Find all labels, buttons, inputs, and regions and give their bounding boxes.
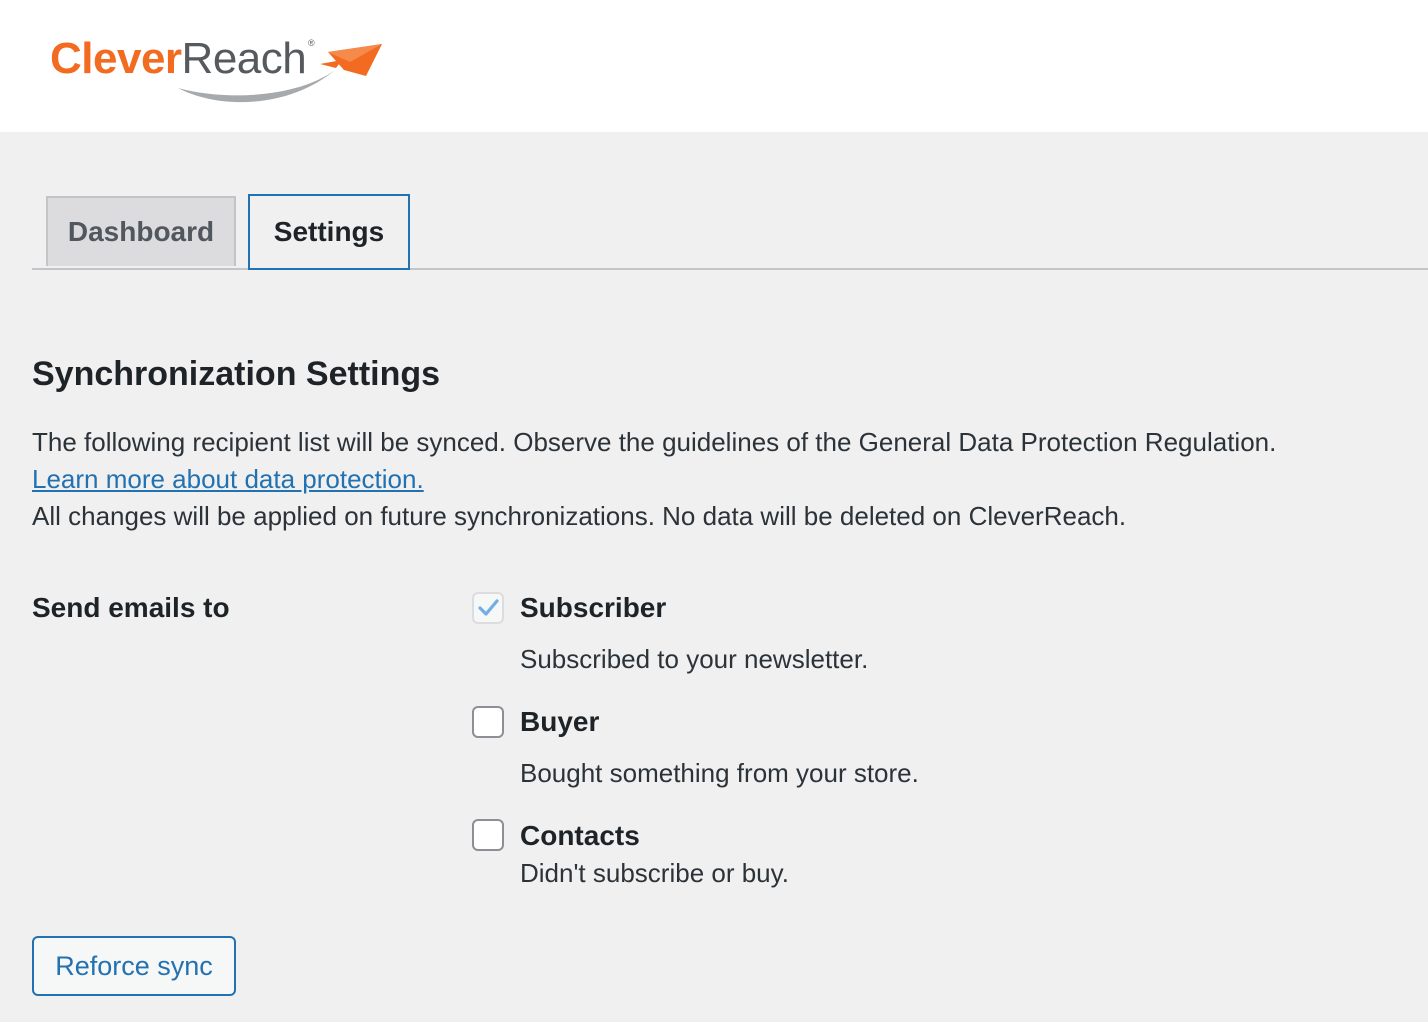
logo-clever: Clever	[50, 34, 182, 83]
subscriber-title: Subscriber	[520, 592, 667, 623]
subscriber-checkbox[interactable]	[472, 592, 504, 624]
checkmark-icon	[478, 599, 499, 616]
cleverreach-logo[interactable]: CleverReach ®	[50, 30, 390, 110]
contacts-description: Didn't subscribe or buy.	[520, 858, 789, 888]
learn-more-link[interactable]: Learn more about data protection.	[32, 464, 424, 494]
buyer-checkbox[interactable]	[472, 706, 504, 738]
header: CleverReach ®	[0, 0, 1428, 132]
reforce-sync-button[interactable]: Reforce sync	[32, 936, 236, 996]
buyer-description: Bought something from your store.	[520, 758, 919, 788]
tab-settings[interactable]: Settings	[248, 194, 410, 270]
contacts-title: Contacts	[520, 820, 640, 851]
logo-wordmark: CleverReach	[50, 34, 307, 84]
description-line1: The following recipient list will be syn…	[32, 427, 1277, 457]
tab-bar: Dashboard Settings	[32, 194, 1428, 270]
description-line2: All changes will be applied on future sy…	[32, 501, 1127, 531]
subscriber-description: Subscribed to your newsletter.	[520, 644, 869, 674]
buyer-title: Buyer	[520, 706, 600, 737]
tab-dashboard[interactable]: Dashboard	[46, 196, 236, 266]
page-title: Synchronization Settings	[32, 355, 441, 393]
contacts-checkbox[interactable]	[472, 819, 504, 851]
description: The following recipient list will be syn…	[32, 424, 1412, 535]
send-emails-label: Send emails to	[32, 592, 230, 623]
logo-reach: Reach	[181, 34, 307, 83]
registered-mark: ®	[308, 38, 315, 48]
